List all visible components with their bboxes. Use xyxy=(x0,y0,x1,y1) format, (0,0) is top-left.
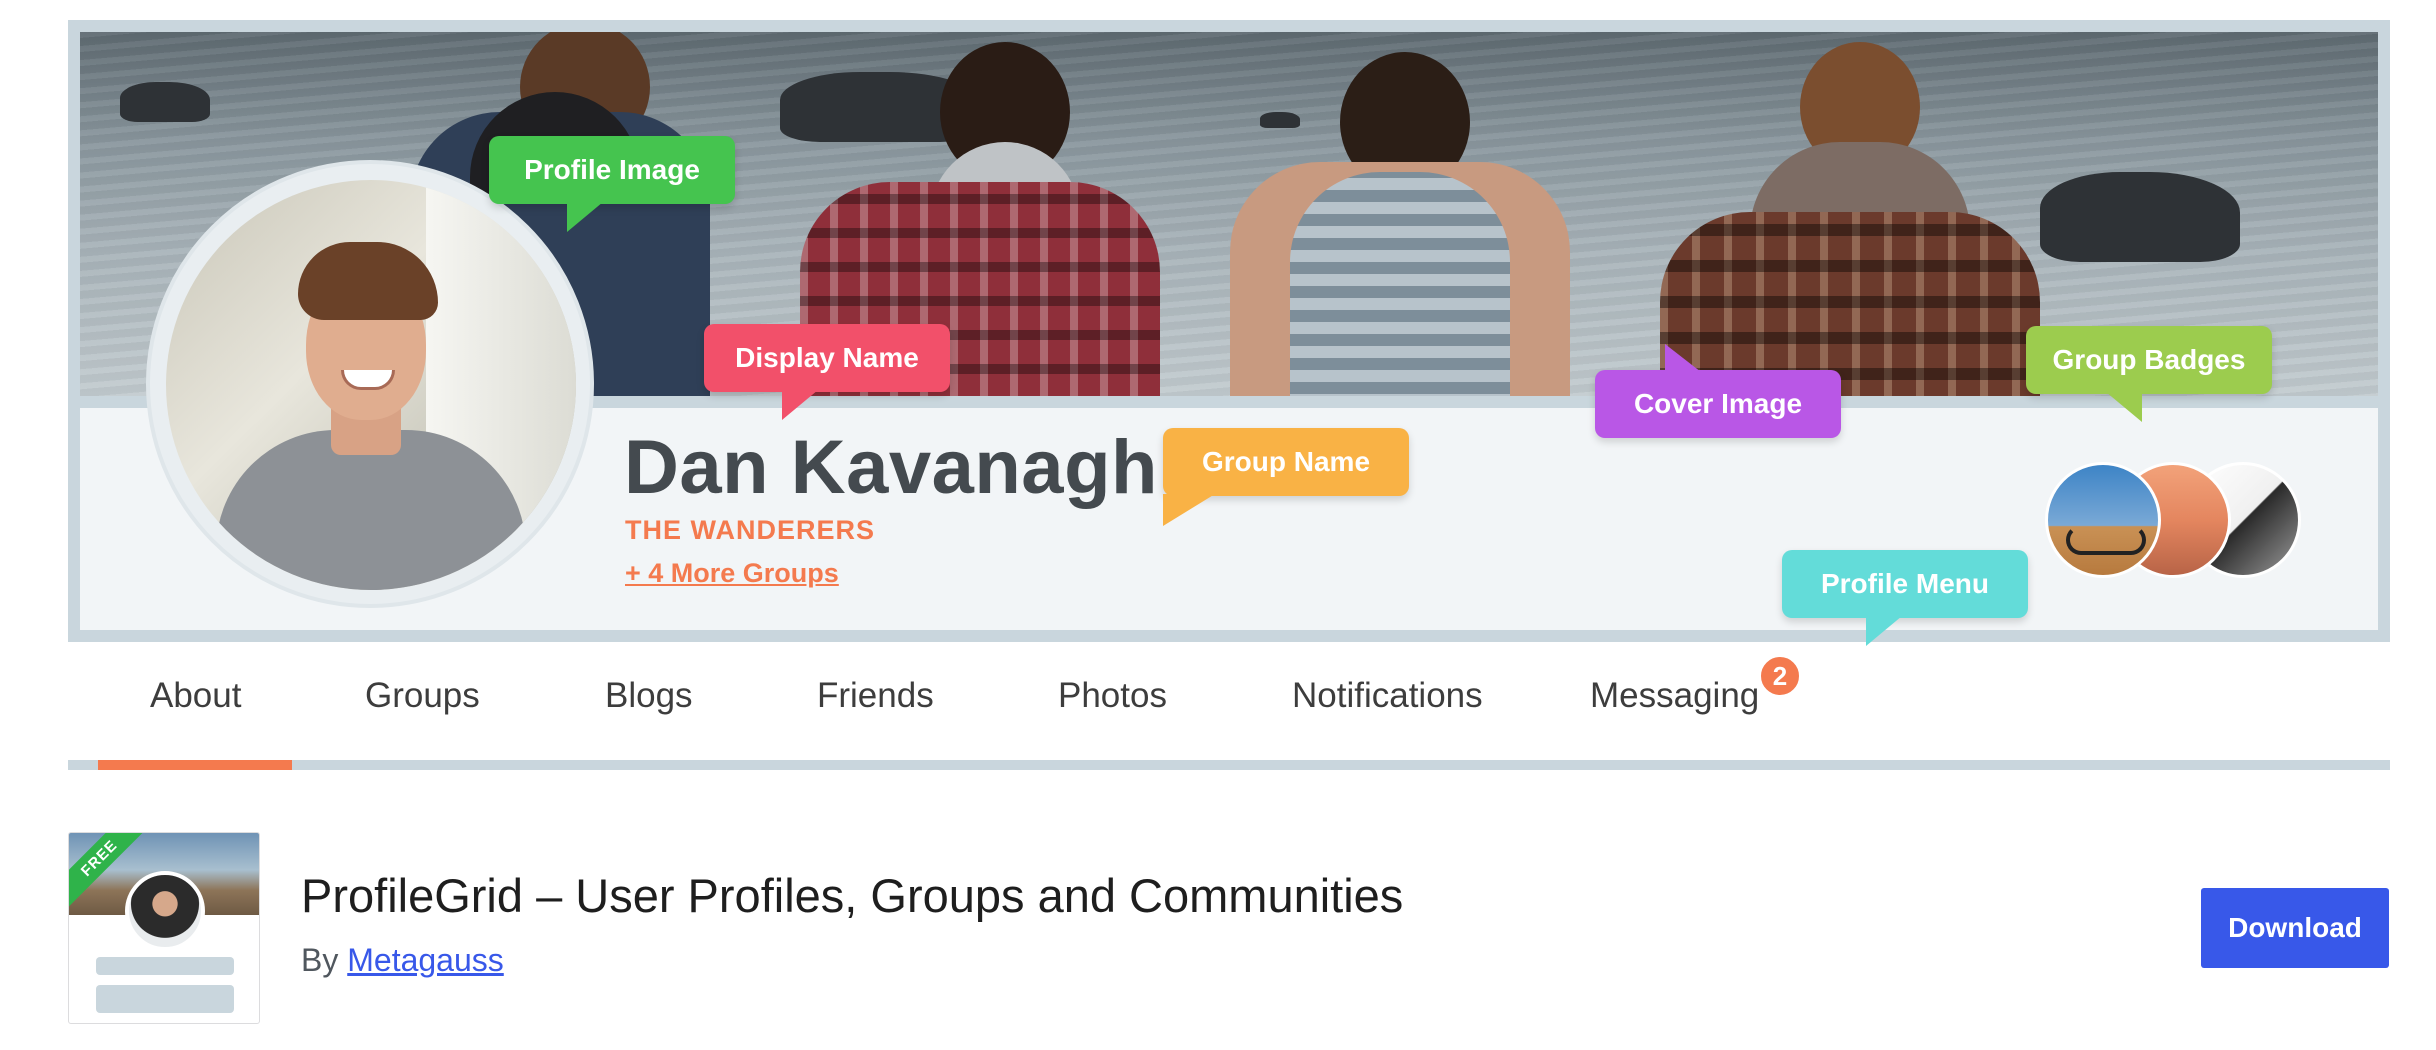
tooltip-profile-menu: Profile Menu xyxy=(1782,550,2028,646)
person-figure xyxy=(1660,42,2040,396)
group-badge[interactable] xyxy=(2045,462,2161,578)
tab-about[interactable]: About xyxy=(150,676,241,736)
plugin-icon: FREE xyxy=(68,832,260,1024)
plugin-title: ProfileGrid – User Profiles, Groups and … xyxy=(301,869,1404,922)
author-link[interactable]: Metagauss xyxy=(347,942,504,978)
tooltip-group-name: Group Name xyxy=(1163,428,1409,496)
by-label: By xyxy=(301,942,348,978)
download-button[interactable]: Download xyxy=(2201,888,2389,968)
avatar xyxy=(125,871,205,951)
tab-friends[interactable]: Friends xyxy=(817,676,934,736)
active-tab-indicator xyxy=(98,760,292,770)
rock xyxy=(120,82,210,122)
profile-menu: About Groups Blogs Friends Photos Notifi… xyxy=(68,642,2390,770)
tab-blogs[interactable]: Blogs xyxy=(605,676,693,736)
tabs-divider xyxy=(68,760,2390,770)
group-name[interactable]: THE WANDERERS xyxy=(625,515,875,546)
more-groups-link[interactable]: + 4 More Groups xyxy=(625,558,839,589)
profile-avatar[interactable] xyxy=(166,180,576,590)
person-figure xyxy=(1220,42,1580,396)
rock xyxy=(2040,172,2240,262)
tooltip-cover-image: Cover Image xyxy=(1595,344,1841,438)
tooltip-display-name: Display Name xyxy=(704,324,950,420)
tab-notifications[interactable]: Notifications xyxy=(1292,676,1483,736)
plugin-byline: By Metagauss xyxy=(301,942,504,979)
tooltip-group-badges: Group Badges xyxy=(2026,326,2272,422)
motorcycle-icon xyxy=(2066,525,2146,555)
tab-messaging[interactable]: Messaging xyxy=(1590,676,1759,736)
display-name: Dan Kavanagh xyxy=(624,425,1158,510)
messaging-count-badge: 2 xyxy=(1758,654,1802,698)
tab-photos[interactable]: Photos xyxy=(1058,676,1167,736)
tab-groups[interactable]: Groups xyxy=(365,676,480,736)
tooltip-profile-image: Profile Image xyxy=(489,136,735,232)
